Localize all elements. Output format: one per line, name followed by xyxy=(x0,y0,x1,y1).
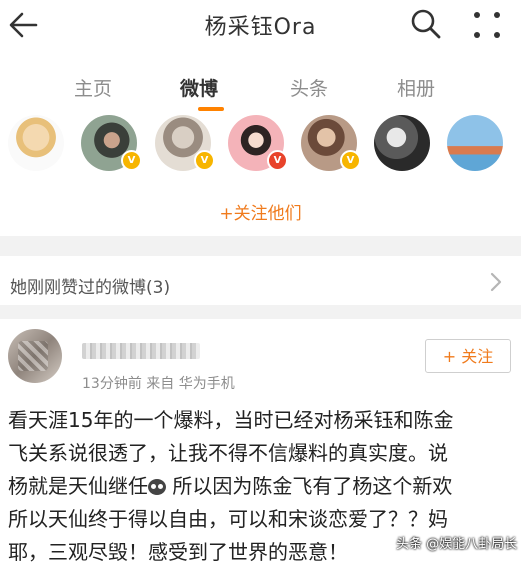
page-title: 杨采钰Ora xyxy=(204,15,317,40)
top-bar: 杨采钰Ora xyxy=(0,0,521,50)
recommended-users-row: V V V V xyxy=(0,113,521,175)
post-line-part: 所以因为陈金飞有了杨这个新欢 xyxy=(166,474,453,498)
tab-album[interactable]: 相册 xyxy=(397,74,435,101)
post-author-avatar[interactable] xyxy=(8,329,62,383)
avatar[interactable] xyxy=(447,115,503,171)
post-line: 看天涯15年的一个爆料，当时已经对杨采钰和陈金 xyxy=(8,408,454,432)
verified-badge-icon: V xyxy=(267,150,288,171)
avatar[interactable] xyxy=(8,115,64,171)
chevron-right-icon[interactable] xyxy=(486,270,506,294)
follow-all-button[interactable]: +关注他们 xyxy=(0,199,521,224)
tab-headlines[interactable]: 头条 xyxy=(290,74,328,101)
emoji-icon xyxy=(148,479,166,495)
post-line: 杨就是天仙继任 所以因为陈金飞有了杨这个新欢 xyxy=(8,470,516,503)
search-icon[interactable] xyxy=(408,6,442,42)
active-tab-indicator xyxy=(198,107,224,111)
follow-button[interactable]: + 关注 xyxy=(425,339,511,373)
tab-home[interactable]: 主页 xyxy=(74,74,112,101)
post-line-part: 杨就是天仙继任 xyxy=(8,474,148,498)
blurred-username[interactable] xyxy=(82,343,200,359)
verified-badge-icon: V xyxy=(340,150,361,171)
post-line: 飞关系说很透了，让我不得不信爆料的真实度。说 xyxy=(8,441,448,465)
watermark: 头条 @娱能八卦局长 xyxy=(396,537,518,552)
profile-tabs: 主页 微博 头条 相册 xyxy=(0,62,521,110)
verified-badge-icon: V xyxy=(121,150,142,171)
section-divider xyxy=(0,305,521,319)
verified-badge-icon: V xyxy=(194,150,215,171)
more-options-icon[interactable] xyxy=(470,8,504,42)
post-meta: 13分钟前 来自 华为手机 xyxy=(82,376,235,392)
section-divider xyxy=(0,236,521,256)
post-line: 所以天仙终于得以自由，可以和宋谈恋爱了？？妈 xyxy=(8,507,448,531)
liked-posts-title[interactable]: 她刚刚赞过的微博(3) xyxy=(10,273,170,298)
tab-weibo[interactable]: 微博 xyxy=(180,74,218,101)
avatar[interactable] xyxy=(374,115,430,171)
